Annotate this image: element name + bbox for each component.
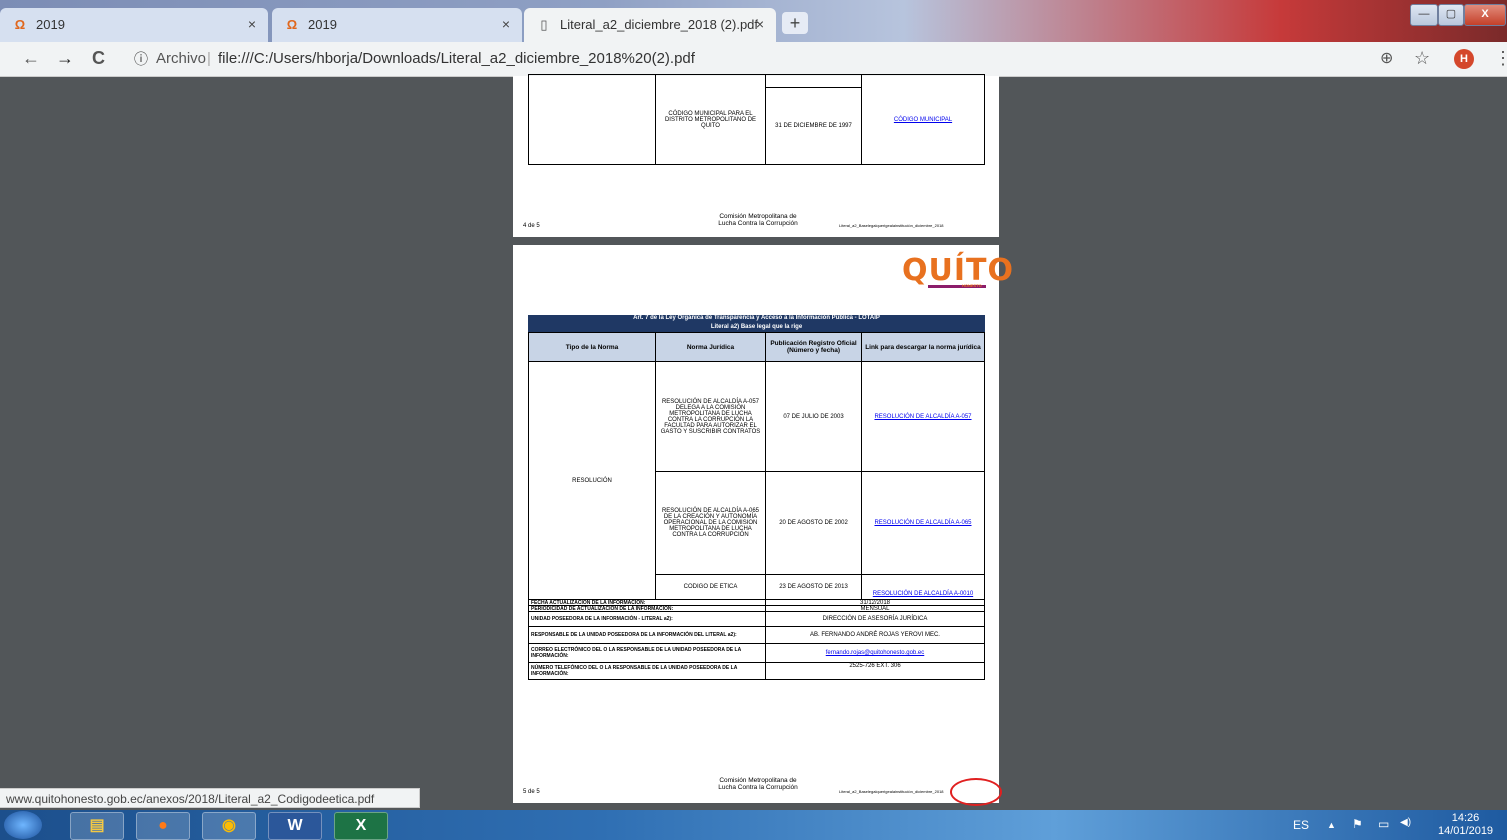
meta-label: CORREO ELECTRÓNICO DEL O LA RESPONSABLE …: [528, 643, 766, 663]
page-number: 5 de 5: [523, 789, 540, 795]
clock-time: 14:26: [1451, 812, 1480, 824]
norma-cell: RESOLUCIÓN DE ALCALDÍA A-057 DELEGA A LA…: [655, 361, 766, 472]
start-button-icon[interactable]: [4, 811, 42, 839]
language-indicator[interactable]: ES: [1293, 818, 1309, 832]
forward-icon[interactable]: →: [56, 48, 74, 69]
tab-strip: Ω 2019 × Ω 2019 × ▯ Literal_a2_diciembre…: [0, 0, 1507, 42]
reload-icon[interactable]: C: [92, 48, 105, 69]
quito-logo: QUÍTO: [902, 253, 1014, 288]
resolucion-a065-link[interactable]: RESOLUCIÓN DE ALCALDÍA A-065: [874, 520, 971, 526]
header-publicacion: Publicación Registro Oficial (Número y f…: [765, 332, 862, 362]
browser-toolbar: ← → C ⓘ Archivo | file:///C:/Users/hborj…: [0, 42, 1507, 77]
link-cell: RESOLUCIÓN DE ALCALDÍA A-0010: [861, 574, 985, 600]
header-norma: Norma Jurídica: [655, 332, 766, 362]
minimize-button[interactable]: —: [1410, 4, 1438, 26]
firefox-icon[interactable]: ●: [136, 812, 190, 840]
fecha-cell: 23 DE AGOSTO DE 2013: [765, 574, 862, 600]
network-icon[interactable]: ▭: [1378, 817, 1389, 831]
norma-cell: CODIGO DE ETICA: [655, 574, 766, 600]
new-tab-button[interactable]: +: [782, 12, 808, 34]
tab-2[interactable]: Ω 2019 ×: [272, 8, 522, 42]
footer-org: Comisión Metropolitana de Lucha Contra la…: [718, 777, 798, 791]
codigo-municipal-link[interactable]: CÓDIGO MUNICIPAL: [894, 117, 952, 123]
resolucion-a057-link[interactable]: RESOLUCIÓN DE ALCALDÍA A-057: [874, 414, 971, 420]
meta-label: RESPONSABLE DE LA UNIDAD POSEEDORA DE LA…: [528, 626, 766, 644]
menu-icon[interactable]: ⋮: [1494, 48, 1507, 69]
header-link: Link para descargar la norma jurídica: [861, 332, 985, 362]
codigo-etica-link[interactable]: RESOLUCIÓN DE ALCALDÍA A-0010: [873, 591, 973, 597]
fecha-cell: 31 DE DICIEMBRE DE 1997: [765, 87, 862, 165]
volume-icon[interactable]: ◀): [1400, 817, 1411, 828]
explorer-icon[interactable]: ▤: [70, 812, 124, 840]
footer-filename: Literal_a2_Baselegalquerigealainstitució…: [839, 223, 944, 228]
fecha-cell: 07 DE JULIO DE 2003: [765, 361, 862, 472]
meta-value: DIRECCIÓN DE ASESORÍA JURÍDICA: [765, 611, 985, 627]
zoom-icon[interactable]: ⊕: [1380, 48, 1393, 68]
meta-value: fernando.rojas@quitohonesto.gob.ec: [765, 643, 985, 663]
back-icon[interactable]: ←: [22, 48, 40, 69]
page-number: 4 de 5: [523, 223, 540, 229]
tray-expand-icon[interactable]: ▲: [1327, 820, 1336, 830]
norma-cell: RESOLUCIÓN DE ALCALDÍA A-065 DE LA CREAC…: [655, 471, 766, 575]
table-cell-empty: [765, 74, 862, 88]
red-annotation-circle: [950, 778, 1002, 806]
tab-title: 2019: [308, 17, 337, 32]
close-window-button[interactable]: X: [1464, 4, 1506, 26]
tab-close-icon[interactable]: ×: [502, 16, 510, 32]
quito-favicon-icon: Ω: [14, 17, 26, 32]
system-clock[interactable]: 14:26 14/01/2019: [1438, 812, 1493, 838]
meta-value: AB. FERNANDO ANDRÉ ROJAS YEROVI MEC.: [765, 626, 985, 644]
word-icon[interactable]: W: [268, 812, 322, 840]
document-icon: ▯: [540, 17, 548, 32]
tab-title: Literal_a2_diciembre_2018 (2).pdf: [560, 17, 759, 32]
norma-cell: CÓDIGO MUNICIPAL PARA EL DISTRITO METROP…: [655, 74, 766, 165]
tab-title: 2019: [36, 17, 65, 32]
pdf-page-5: QUÍTO HONESTO Art. 7 de la Ley Orgánica …: [513, 245, 1013, 803]
table-banner-title: Art. 7 de la Ley Orgánica de Transparenc…: [528, 315, 985, 324]
meta-label: NÚMERO TELEFÓNICO DEL O LA RESPONSABLE D…: [528, 662, 766, 680]
address-separator: |: [207, 50, 211, 67]
address-bar[interactable]: ⓘ Archivo | file:///C:/Users/hborja/Down…: [120, 46, 1365, 72]
logo-subtitle: HONESTO: [962, 283, 982, 288]
profile-avatar[interactable]: H: [1454, 49, 1474, 69]
norma-text: CÓDIGO MUNICIPAL PARA EL DISTRITO METROP…: [664, 110, 757, 129]
windows-taskbar: ▤ ● ◉ W X ES ▲ ⚑ ▭ ◀) 14:26 14/01/2019: [0, 810, 1507, 840]
tab-3-active[interactable]: ▯ Literal_a2_diciembre_2018 (2).pdf ×: [524, 8, 776, 42]
tab-close-icon[interactable]: ×: [756, 16, 764, 32]
excel-icon[interactable]: X: [334, 812, 388, 840]
info-icon[interactable]: ⓘ: [134, 46, 148, 72]
header-tipo: Tipo de la Norma: [528, 332, 656, 362]
link-cell: CÓDIGO MUNICIPAL: [861, 74, 985, 165]
email-link[interactable]: fernando.rojas@quitohonesto.gob.ec: [826, 650, 925, 656]
footer-filename: Literal_a2_Baselegalquerigealainstitució…: [839, 789, 944, 794]
url-text[interactable]: file:///C:/Users/hborja/Downloads/Litera…: [218, 46, 695, 72]
chrome-icon[interactable]: ◉: [202, 812, 256, 840]
link-status-bar: www.quitohonesto.gob.ec/anexos/2018/Lite…: [0, 788, 420, 808]
tipo-cell: RESOLUCIÓN: [528, 361, 656, 600]
pdf-page-4: CÓDIGO MUNICIPAL PARA EL DISTRITO METROP…: [513, 74, 999, 237]
tab-close-icon[interactable]: ×: [248, 16, 256, 32]
footer-org: Comisión Metropolitana de Lucha Contra la…: [718, 213, 798, 227]
meta-label: UNIDAD POSEEDORA DE LA INFORMACIÓN - LIT…: [528, 611, 766, 627]
meta-value: 2525-726 EXT. 306: [765, 662, 985, 680]
fecha-text: 31 DE DICIEMBRE DE 1997: [775, 123, 852, 129]
bookmark-star-icon[interactable]: ☆: [1414, 48, 1430, 69]
action-center-flag-icon[interactable]: ⚑: [1352, 817, 1363, 831]
fecha-cell: 20 DE AGOSTO DE 2002: [765, 471, 862, 575]
tipo-text: RESOLUCIÓN: [572, 477, 612, 484]
quito-favicon-icon: Ω: [286, 17, 298, 32]
link-cell: RESOLUCIÓN DE ALCALDÍA A-065: [861, 471, 985, 575]
maximize-button[interactable]: ▢: [1438, 4, 1464, 26]
table-cell-empty: [528, 74, 656, 165]
clock-date: 14/01/2019: [1438, 825, 1494, 837]
link-cell: RESOLUCIÓN DE ALCALDÍA A-057: [861, 361, 985, 472]
scheme-label: Archivo: [156, 50, 207, 67]
table-banner-subtitle: Literal a2) Base legal que la rige: [528, 324, 985, 332]
tab-1[interactable]: Ω 2019 ×: [0, 8, 268, 42]
